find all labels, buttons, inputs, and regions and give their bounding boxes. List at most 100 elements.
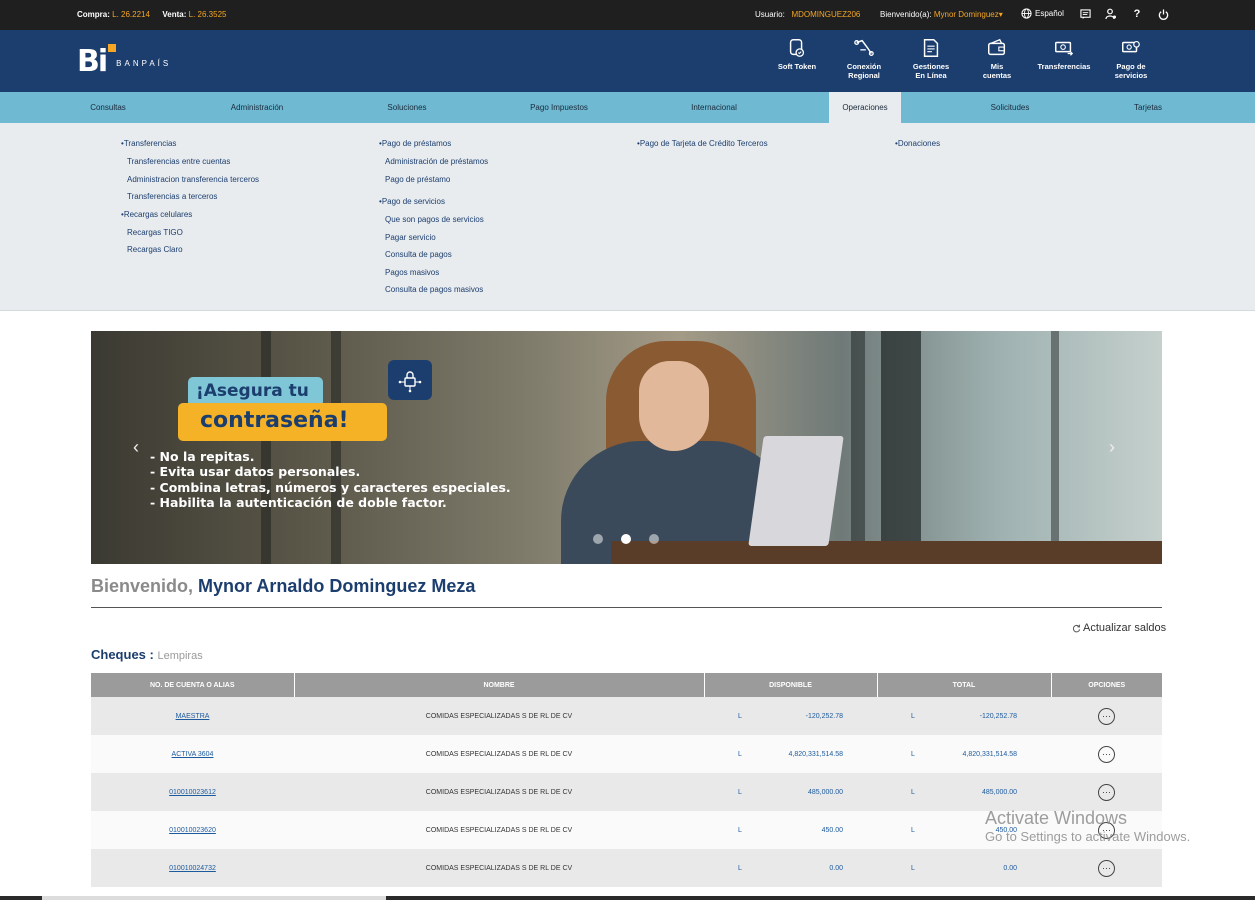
menu-internacional[interactable]: Internacional <box>674 92 754 123</box>
menu-operaciones[interactable]: Operaciones <box>829 92 901 123</box>
nav-soft-token[interactable]: Soft Token <box>765 37 829 71</box>
dropdown-link[interactable]: Transferencias a terceros <box>121 192 259 210</box>
available-amount: 4,820,331,514.58 <box>788 750 844 758</box>
main-header: Bi BANPAÍS Soft Token Conexión Regional … <box>0 30 1255 92</box>
options-more-icon[interactable]: ⋯ <box>1098 745 1115 763</box>
regional-connection-icon <box>854 39 874 56</box>
language-selector[interactable]: Español <box>1021 8 1064 19</box>
welcome-value: Mynor Dominguez <box>933 10 999 19</box>
nav-service-payment[interactable]: Pago de servicios <box>1099 37 1163 80</box>
menu-pago-impuestos[interactable]: Pago Impuestos <box>519 92 599 123</box>
banpais-logo[interactable]: Bi BANPAÍS <box>77 44 171 79</box>
account-link[interactable]: ACTIVA 3604 <box>172 751 214 758</box>
globe-icon <box>1021 8 1032 19</box>
total-amount: -120,252.78 <box>979 712 1017 720</box>
banner-tip: - Habilita la autenticación de doble fac… <box>150 494 447 510</box>
total-cell: L -120,252.78 <box>877 697 1051 735</box>
options-more-icon[interactable]: ⋯ <box>1098 783 1115 801</box>
menu-solicitudes[interactable]: Solicitudes <box>970 92 1050 123</box>
help-icon[interactable]: ? <box>1131 8 1143 20</box>
dropdown-link[interactable]: Consulta de pagos masivos <box>379 285 488 303</box>
account-link[interactable]: 010010023612 <box>169 789 216 796</box>
nav-transfers[interactable]: Transferencias <box>1032 37 1096 71</box>
menu-soluciones[interactable]: Soluciones <box>367 92 447 123</box>
dropdown-link[interactable]: Pagos masivos <box>379 268 488 286</box>
dropdown-link[interactable]: Recargas Claro <box>121 245 259 263</box>
available-cell: L 0.00 <box>704 849 877 887</box>
carousel-prev-icon[interactable]: ‹ <box>133 437 139 458</box>
menu-consultas[interactable]: Consultas <box>68 92 148 123</box>
dropdown-head-pago-servicios[interactable]: Pago de servicios <box>379 197 488 215</box>
carousel-dot[interactable] <box>593 534 603 544</box>
options-more-icon[interactable]: ⋯ <box>1098 707 1115 725</box>
power-icon[interactable] <box>1157 8 1169 20</box>
dropdown-link[interactable]: Administracion transferencia terceros <box>121 175 259 193</box>
nav-soft-token-label: Soft Token <box>777 62 817 71</box>
nav-regional-connection[interactable]: Conexión Regional <box>832 37 896 80</box>
dropdown-head-recargas[interactable]: Recargas celulares <box>121 210 259 228</box>
dropdown-link[interactable]: Recargas TIGO <box>121 228 259 246</box>
account-link[interactable]: 010010024732 <box>169 865 216 872</box>
currency: L <box>738 864 742 872</box>
user-settings-icon[interactable] <box>1105 8 1117 20</box>
table-row: 010010024732 COMIDAS ESPECIALIZADAS S DE… <box>91 849 1162 887</box>
options-more-icon[interactable]: ⋯ <box>1098 859 1115 877</box>
banner-bg-window <box>1051 331 1059 564</box>
total-amount: 4,820,331,514.58 <box>962 750 1018 758</box>
banner-bg-window <box>331 331 341 564</box>
total-amount: 0.00 <box>1003 864 1017 872</box>
banner-photo-table <box>611 541 1162 564</box>
dropdown-link[interactable]: Administración de préstamos <box>379 157 488 175</box>
currency: L <box>738 750 742 758</box>
dropdown-head-donaciones[interactable]: Donaciones <box>895 139 940 157</box>
section-currency: Lempiras <box>157 650 203 662</box>
account-link[interactable]: MAESTRA <box>176 713 210 720</box>
carousel-dot-active[interactable] <box>621 534 631 544</box>
carousel-next-icon[interactable]: › <box>1109 437 1115 458</box>
dropdown-link[interactable]: Que son pagos de servicios <box>379 215 488 233</box>
banner-photo-laptop <box>748 436 844 546</box>
nav-online-management[interactable]: Gestiones En Línea <box>899 37 963 80</box>
carousel-dot[interactable] <box>649 534 659 544</box>
dropdown-link[interactable]: Pago de préstamo <box>379 175 488 193</box>
col-header-options: OPCIONES <box>1051 673 1162 697</box>
banner-tip: - Combina letras, números y caracteres e… <box>150 479 511 495</box>
welcome-heading: Bienvenido, Mynor Arnaldo Dominguez Meza <box>91 576 475 597</box>
welcome-user-menu[interactable]: Bienvenido(a): Mynor Dominguez▾ <box>880 10 1003 19</box>
dropdown-head-pago-prestamos[interactable]: Pago de préstamos <box>379 139 488 157</box>
dropdown-link[interactable]: Transferencias entre cuentas <box>121 157 259 175</box>
scrollbar-thumb[interactable] <box>42 896 386 900</box>
nav-my-accounts[interactable]: Mis cuentas <box>965 37 1029 80</box>
currency: L <box>911 864 915 872</box>
menu-administracion[interactable]: Administración <box>217 92 297 123</box>
username-value: MDOMINGUEZ206 <box>791 10 861 19</box>
available-amount: 0.00 <box>829 864 843 872</box>
available-amount: -120,252.78 <box>805 712 843 720</box>
menu-tarjetas[interactable]: Tarjetas <box>1118 92 1178 123</box>
dropdown-head-transferencias[interactable]: Transferencias <box>121 139 259 157</box>
messages-icon[interactable] <box>1079 8 1091 20</box>
nav-regional-connection-label: Conexión Regional <box>846 62 882 80</box>
accounts-section-title: Cheques : Lempiras <box>91 647 203 662</box>
available-cell: L -120,252.78 <box>704 697 877 735</box>
currency: L <box>738 826 742 834</box>
service-payment-icon <box>1122 40 1140 53</box>
account-holder: COMIDAS ESPECIALIZADAS S DE RL DE CV <box>294 773 704 811</box>
watermark-line-1: Activate Windows <box>985 808 1128 828</box>
available-amount: 450.00 <box>821 826 843 834</box>
total-cell: L 0.00 <box>877 849 1051 887</box>
promo-banner-carousel[interactable]: ¡Asegura tu contraseña! - No la repitas.… <box>91 331 1162 564</box>
refresh-balances-link[interactable]: Actualizar saldos <box>1072 622 1166 634</box>
horizontal-scrollbar[interactable] <box>0 896 1255 900</box>
dropdown-link[interactable]: Consulta de pagos <box>379 250 488 268</box>
online-management-icon <box>923 39 939 57</box>
dropdown-column-credit-card: Pago de Tarjeta de Crédito Terceros <box>637 139 768 157</box>
dropdown-head-pago-tarjeta[interactable]: Pago de Tarjeta de Crédito Terceros <box>637 139 768 157</box>
account-holder: COMIDAS ESPECIALIZADAS S DE RL DE CV <box>294 697 704 735</box>
account-holder: COMIDAS ESPECIALIZADAS S DE RL DE CV <box>294 849 704 887</box>
welcome-greeting: Bienvenido, <box>91 576 194 596</box>
logo-dot <box>108 44 116 52</box>
account-link[interactable]: 010010023620 <box>169 827 216 834</box>
dropdown-link[interactable]: Pagar servicio <box>379 233 488 251</box>
col-header-account: NO. DE CUENTA O ALIAS <box>91 673 295 697</box>
